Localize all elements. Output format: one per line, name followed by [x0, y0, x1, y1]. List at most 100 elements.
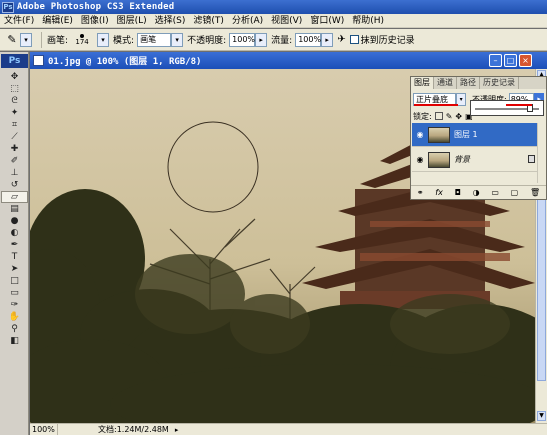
- pen-tool-icon[interactable]: ✒: [1, 239, 28, 251]
- lock-position-icon[interactable]: ✥: [455, 112, 462, 121]
- tab-history[interactable]: 历史记录: [480, 77, 519, 89]
- lasso-tool-icon[interactable]: ᘓ: [1, 95, 28, 107]
- tools-panel: Ps ✥ ⬚ ᘓ ✦ ⌗ ⟋ ✚ ✐ ⊥ ↺ ▱ ▤ ● ◐ ✒ T ➤ □ ▭…: [0, 52, 29, 435]
- menu-filter[interactable]: 滤镜(T): [189, 14, 228, 28]
- menu-bar: 文件(F) 编辑(E) 图像(I) 图层(L) 选择(S) 滤镜(T) 分析(A…: [0, 14, 547, 28]
- menu-layer[interactable]: 图层(L): [113, 14, 151, 28]
- tab-channels[interactable]: 通道: [434, 77, 457, 89]
- options-bar: ✎ ▾ 画笔: 174 ▾ 模式: 画笔 ▾ 不透明度: 100% ▸ 流量: …: [0, 29, 547, 51]
- zoom-tool-icon[interactable]: ⚲: [1, 323, 28, 335]
- document-icon: [33, 55, 44, 66]
- history-label: 抹到历史记录: [360, 36, 415, 46]
- brush-label: 画笔:: [47, 36, 69, 46]
- minimize-icon[interactable]: –: [489, 54, 502, 67]
- status-bar: 100% 文档:1.24M/2.48M ▸: [30, 423, 547, 435]
- zoom-field[interactable]: 100%: [30, 424, 58, 435]
- opacity-label: 不透明度:: [187, 36, 227, 46]
- maximize-icon[interactable]: □: [504, 54, 517, 67]
- eraser-tool-preset-icon[interactable]: ✎: [4, 33, 20, 46]
- photoshop-window: Ps Adobe Photoshop CS3 Extended 文件(F) 编辑…: [0, 0, 547, 435]
- mode-dropdown[interactable]: ▾: [171, 32, 184, 47]
- menu-view[interactable]: 视图(V): [267, 14, 306, 28]
- dodge-tool-icon[interactable]: ◐: [1, 227, 28, 239]
- layer-style-icon[interactable]: fx: [435, 188, 443, 197]
- lock-icon: [528, 155, 535, 163]
- app-icon: Ps: [2, 1, 14, 13]
- blur-tool-icon[interactable]: ●: [1, 215, 28, 227]
- eraser-tool-icon[interactable]: ▱: [1, 191, 28, 203]
- hand-tool-icon[interactable]: ✋: [1, 311, 28, 323]
- mode-select[interactable]: 画笔: [137, 32, 172, 47]
- menu-image[interactable]: 图像(I): [77, 14, 113, 28]
- opacity-field[interactable]: 100%: [229, 32, 256, 47]
- close-icon[interactable]: ×: [519, 54, 532, 67]
- brush-tool-icon[interactable]: ✐: [1, 155, 28, 167]
- layer-name: 图层 1: [454, 130, 478, 139]
- lock-image-icon[interactable]: ✎: [446, 112, 453, 121]
- healing-brush-tool-icon[interactable]: ✚: [1, 143, 28, 155]
- tab-paths[interactable]: 路径: [457, 77, 480, 89]
- brush-size: 174: [75, 37, 89, 46]
- gradient-tool-icon[interactable]: ▤: [1, 203, 28, 215]
- layer-row[interactable]: ◉ 图层 1: [412, 123, 545, 147]
- app-titlebar: Ps Adobe Photoshop CS3 Extended: [0, 0, 547, 14]
- panel-tabs: 图层 通道 路径 历史记录: [411, 77, 546, 89]
- path-selection-tool-icon[interactable]: ➤: [1, 263, 28, 275]
- layer-mask-icon[interactable]: ◘: [455, 188, 461, 197]
- tool-preset-dropdown[interactable]: ▾: [20, 32, 32, 47]
- layers-scrollbar[interactable]: [537, 123, 546, 183]
- layer-name: 背景: [454, 155, 470, 164]
- annotation-underline-opacity: [506, 104, 532, 106]
- annotation-underline-blend: [414, 104, 458, 106]
- history-checkbox[interactable]: [349, 35, 359, 44]
- opacity-slider-popup[interactable]: [470, 100, 544, 116]
- history-brush-tool-icon[interactable]: ↺: [1, 179, 28, 191]
- move-tool-icon[interactable]: ✥: [1, 71, 28, 83]
- separator: [41, 31, 42, 48]
- scroll-down-icon[interactable]: ▼: [537, 411, 546, 421]
- adjustment-layer-icon[interactable]: ◑: [473, 188, 480, 197]
- notes-tool-icon[interactable]: ▭: [1, 287, 28, 299]
- menu-help[interactable]: 帮助(H): [348, 14, 388, 28]
- flow-slider-button[interactable]: ▸: [321, 32, 334, 47]
- link-layers-icon[interactable]: ⚭: [417, 188, 424, 197]
- tab-layers[interactable]: 图层: [411, 77, 434, 89]
- color-swatches-icon[interactable]: ◧: [1, 335, 28, 347]
- menu-window[interactable]: 窗口(W): [306, 14, 348, 28]
- type-tool-icon[interactable]: T: [1, 251, 28, 263]
- magic-wand-tool-icon[interactable]: ✦: [1, 107, 28, 119]
- layer-thumbnail: [428, 151, 450, 168]
- mode-label: 模式:: [113, 36, 135, 46]
- menu-analysis[interactable]: 分析(A): [228, 14, 267, 28]
- brush-dropdown[interactable]: ▾: [97, 32, 110, 47]
- airbrush-icon[interactable]: ✈: [337, 34, 345, 45]
- flow-field[interactable]: 100%: [295, 32, 322, 47]
- brush-picker[interactable]: 174: [71, 32, 93, 48]
- layers-panel: 图层 通道 路径 历史记录 正片叠底 ▾ 不透明度: 89% ▸ 锁定: ✎ ✥…: [410, 76, 547, 200]
- app-title: Adobe Photoshop CS3 Extended: [17, 2, 175, 12]
- status-menu-icon[interactable]: ▸: [175, 426, 179, 434]
- lock-transparent-icon[interactable]: [434, 112, 443, 120]
- new-group-icon[interactable]: ▭: [491, 188, 499, 197]
- menu-edit[interactable]: 编辑(E): [38, 14, 77, 28]
- menu-select[interactable]: 选择(S): [151, 14, 190, 28]
- shape-tool-icon[interactable]: □: [1, 275, 28, 287]
- eye-icon[interactable]: ◉: [414, 129, 426, 141]
- layers-panel-footer: ⚭ fx ◘ ◑ ▭ ▢ 🗑: [411, 185, 546, 199]
- new-layer-icon[interactable]: ▢: [511, 188, 519, 197]
- layer-row[interactable]: ◉ 背景: [412, 148, 545, 172]
- eyedropper-tool-icon[interactable]: ✑: [1, 299, 28, 311]
- menu-file[interactable]: 文件(F): [0, 14, 38, 28]
- opacity-slider-button[interactable]: ▸: [255, 32, 268, 47]
- delete-layer-icon[interactable]: 🗑: [530, 188, 540, 197]
- marquee-tool-icon[interactable]: ⬚: [1, 83, 28, 95]
- slice-tool-icon[interactable]: ⟋: [1, 131, 28, 143]
- ps-logo: Ps: [1, 54, 28, 68]
- lock-label: 锁定:: [413, 111, 432, 121]
- clone-stamp-tool-icon[interactable]: ⊥: [1, 167, 28, 179]
- document-titlebar: 01.jpg @ 100% (图层 1, RGB/8) – □ ×: [30, 52, 547, 69]
- document-info: 文档:1.24M/2.48M: [98, 425, 169, 434]
- document-title: 01.jpg @ 100% (图层 1, RGB/8): [48, 57, 202, 67]
- crop-tool-icon[interactable]: ⌗: [1, 119, 28, 131]
- eye-icon[interactable]: ◉: [414, 154, 426, 166]
